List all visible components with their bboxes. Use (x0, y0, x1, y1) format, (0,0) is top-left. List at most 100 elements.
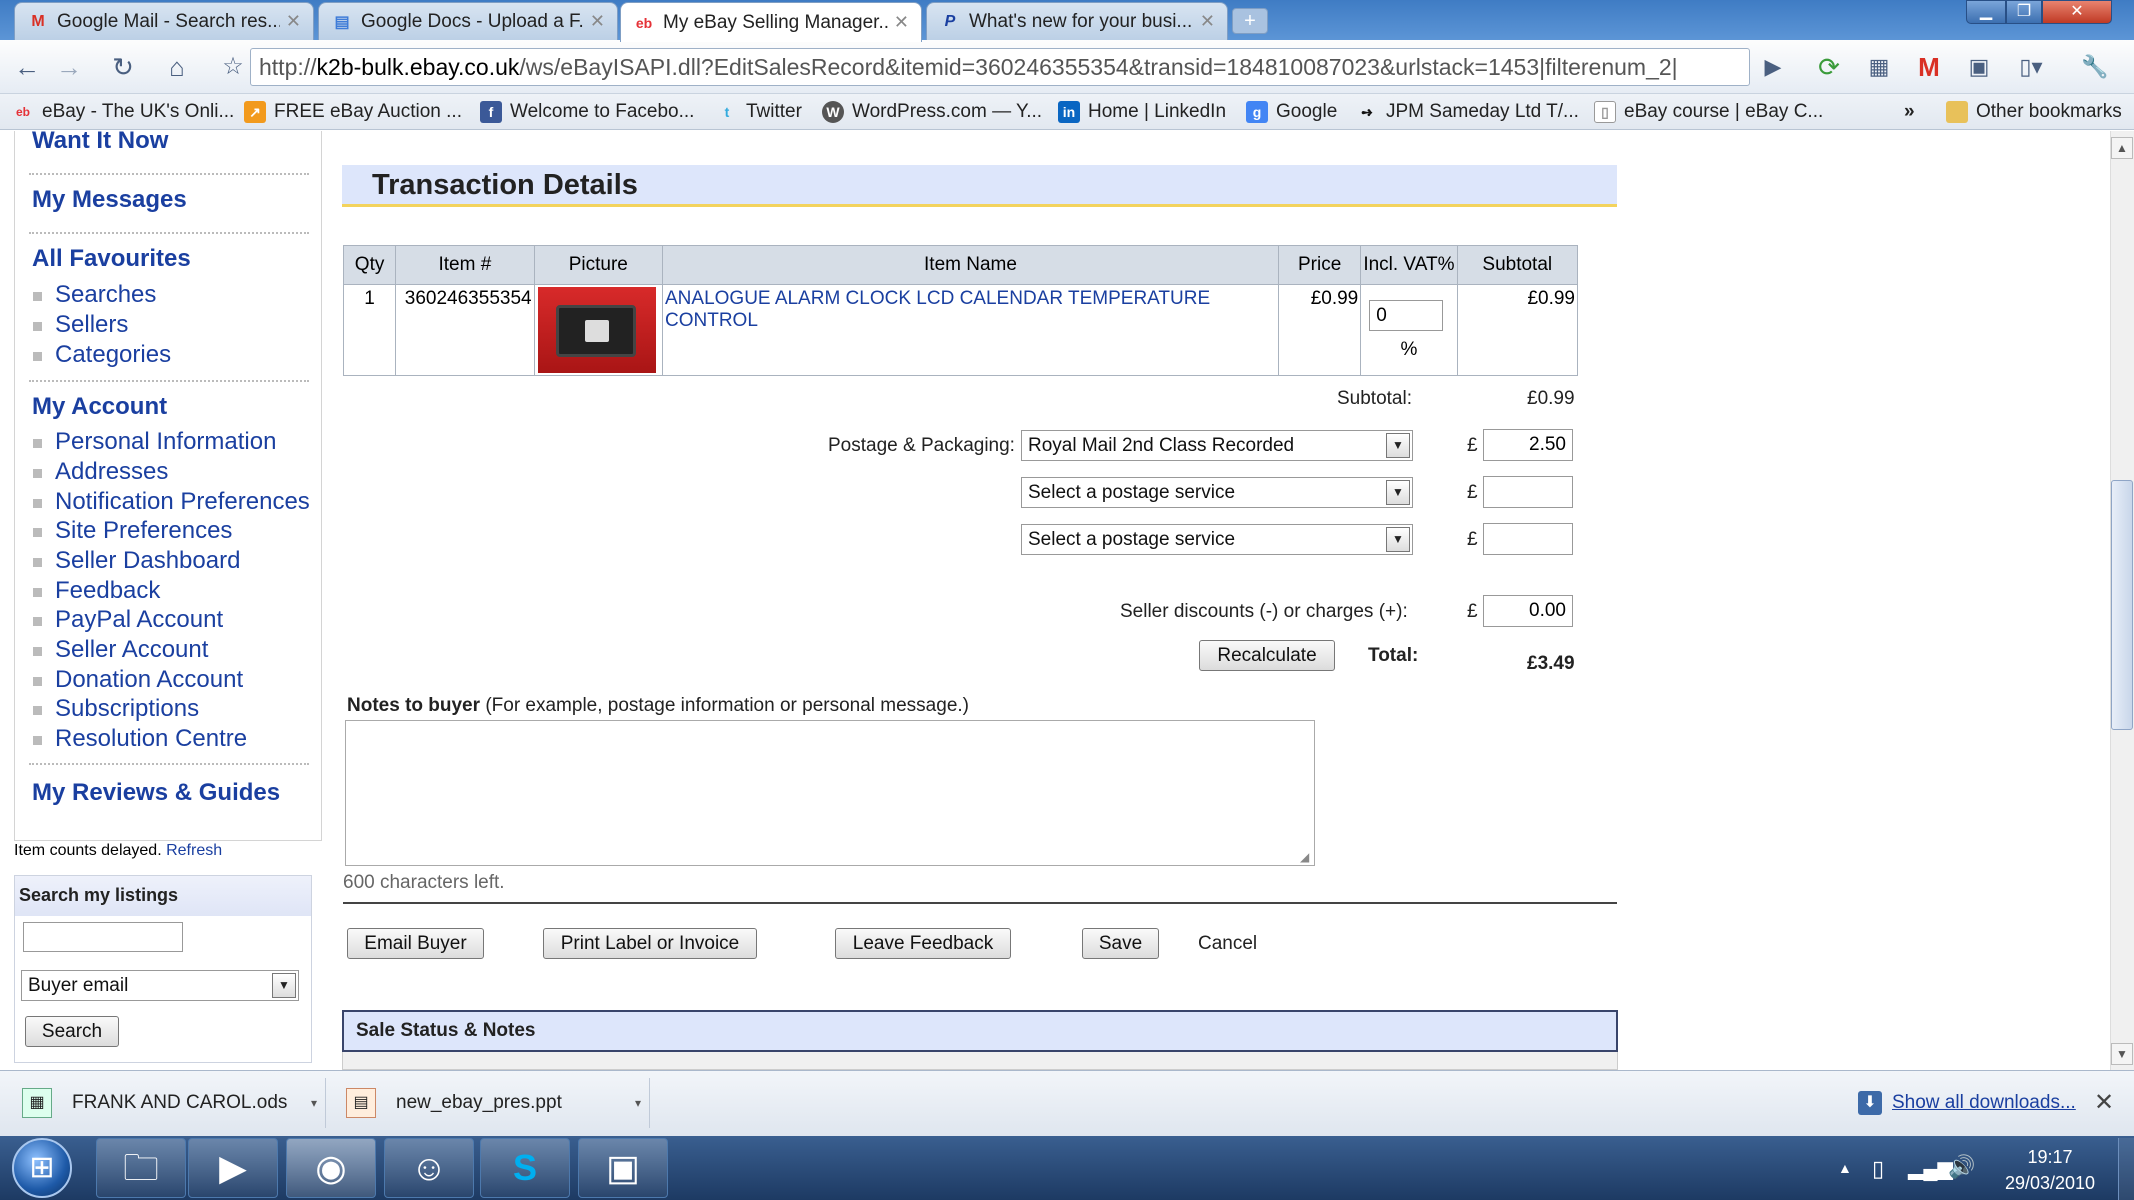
bookmark-auction[interactable]: ↗ FREE eBay Auction ... (244, 99, 462, 125)
tab-gmail[interactable]: M Google Mail - Search res... ✕ (14, 2, 314, 40)
gmail-checker-icon[interactable]: M (1912, 50, 1946, 84)
show-desktop-button[interactable] (2118, 1138, 2134, 1200)
item-thumbnail[interactable] (537, 287, 656, 373)
cancel-link[interactable]: Cancel (1198, 933, 1257, 955)
nav-item-sellers[interactable]: Sellers (55, 311, 128, 339)
address-bar[interactable]: http://k2b-bulk.ebay.co.uk/ws/eBayISAPI.… (250, 48, 1750, 86)
chevron-down-icon[interactable]: ▾ (635, 1078, 641, 1128)
notes-to-buyer-textarea[interactable] (345, 720, 1315, 866)
postage-cost-input-3[interactable] (1483, 523, 1573, 555)
messenger-taskbar-icon[interactable]: ☺ (384, 1138, 474, 1198)
facebook-icon: f (480, 101, 502, 123)
scrollbar-thumb[interactable] (2111, 480, 2133, 730)
reload-icon[interactable]: ↻ (106, 50, 140, 84)
download-item[interactable]: ▤ new_ebay_pres.ppt ▾ (334, 1078, 650, 1128)
new-tab-button[interactable]: + (1232, 8, 1268, 34)
nav-item-addresses[interactable]: Addresses (55, 458, 168, 486)
nav-item-resolution-centre[interactable]: Resolution Centre (55, 725, 247, 753)
recalculate-button[interactable]: Recalculate (1199, 640, 1335, 671)
refresh-link[interactable]: Refresh (166, 842, 222, 859)
nav-want-it-now[interactable]: Want It Now (32, 127, 168, 155)
nav-item-donation-account[interactable]: Donation Account (55, 666, 243, 694)
bookmark-linkedin[interactable]: in Home | LinkedIn (1058, 99, 1226, 125)
office-taskbar-icon[interactable]: ▣ (578, 1138, 668, 1198)
extension-icon[interactable]: ▣ (1962, 50, 1996, 84)
bookmark-jpm-sameday[interactable]: ➺ JPM Sameday Ltd T/... (1356, 99, 1579, 125)
extension-icon[interactable]: ▦ (1862, 50, 1896, 84)
volume-icon[interactable]: 🔊 (1948, 1154, 1975, 1180)
minimize-button[interactable]: ▁ (1966, 0, 2006, 24)
more-bookmarks-chevron-icon[interactable]: » (1904, 99, 1915, 125)
search-by-dropdown[interactable]: Buyer email ▼ (21, 970, 299, 1001)
tab-google-docs[interactable]: ▤ Google Docs - Upload a F... ✕ (318, 2, 618, 40)
page-menu-icon[interactable]: ▯▾ (2014, 50, 2048, 84)
forward-arrow-icon[interactable]: → (52, 50, 86, 84)
bookmark-wordpress[interactable]: W WordPress.com — Y... (822, 99, 1042, 125)
back-arrow-icon[interactable]: ← (10, 50, 44, 84)
save-button[interactable]: Save (1082, 928, 1159, 959)
network-signal-icon[interactable]: ▂▄▆ (1908, 1156, 1953, 1181)
other-bookmarks-folder[interactable]: Other bookmarks (1946, 99, 2122, 125)
home-icon[interactable]: ⌂ (160, 50, 194, 84)
show-all-downloads-link[interactable]: Show all downloads... (1892, 1092, 2076, 1114)
explorer-taskbar-icon[interactable]: 🗀 (96, 1138, 186, 1198)
postage-service-dropdown-1[interactable]: Royal Mail 2nd Class Recorded ▼ (1021, 430, 1413, 461)
bookmark-facebook[interactable]: f Welcome to Facebo... (480, 99, 694, 125)
tray-expand-icon[interactable]: ▲ (1838, 1160, 1852, 1176)
item-name-link[interactable]: ANALOGUE ALARM CLOCK LCD CALENDAR TEMPER… (665, 288, 1210, 331)
close-tab-icon[interactable]: ✕ (286, 11, 301, 32)
postage-service-dropdown-2[interactable]: Select a postage service ▼ (1021, 477, 1413, 508)
nav-item-searches[interactable]: Searches (55, 281, 156, 309)
sync-extension-icon[interactable]: ⟳ (1812, 50, 1846, 84)
nav-my-reviews-guides[interactable]: My Reviews & Guides (32, 779, 280, 807)
nav-item-notification-preferences[interactable]: Notification Preferences (55, 488, 310, 516)
bookmark-star-icon[interactable]: ☆ (216, 50, 250, 84)
scroll-up-arrow-icon[interactable]: ▲ (2111, 137, 2133, 159)
bookmark-google[interactable]: g Google (1246, 99, 1337, 125)
tab-paypal[interactable]: P What's new for your busi... ✕ (926, 2, 1228, 40)
tray-device-icon[interactable]: ▯ (1872, 1156, 1884, 1182)
search-button[interactable]: Search (25, 1016, 119, 1047)
bookmark-ebay-course[interactable]: ▯ eBay course | eBay C... (1594, 99, 1823, 125)
print-label-button[interactable]: Print Label or Invoice (543, 928, 757, 959)
postage-service-dropdown-3[interactable]: Select a postage service ▼ (1021, 524, 1413, 555)
nav-item-seller-account[interactable]: Seller Account (55, 636, 208, 664)
nav-all-favourites[interactable]: All Favourites (32, 245, 191, 273)
wrench-menu-icon[interactable]: 🔧 (2078, 50, 2112, 84)
system-clock[interactable]: 19:17 29/03/2010 (2000, 1144, 2100, 1196)
nav-item-categories[interactable]: Categories (55, 341, 171, 369)
chevron-down-icon[interactable]: ▾ (311, 1078, 317, 1128)
seller-discount-input[interactable]: 0.00 (1483, 595, 1573, 627)
resize-grip-icon[interactable]: ◢ (1300, 851, 1313, 864)
email-buyer-button[interactable]: Email Buyer (347, 928, 484, 959)
nav-my-account[interactable]: My Account (32, 393, 167, 421)
go-arrow-icon[interactable]: ▶ (1756, 50, 1790, 84)
nav-item-site-preferences[interactable]: Site Preferences (55, 517, 232, 545)
skype-taskbar-icon[interactable]: S (480, 1138, 570, 1198)
vat-input[interactable]: 0 (1369, 300, 1444, 331)
postage-cost-input-2[interactable] (1483, 476, 1573, 508)
close-downloads-icon[interactable]: ✕ (2094, 1088, 2114, 1117)
close-tab-icon[interactable]: ✕ (894, 12, 909, 33)
nav-item-feedback[interactable]: Feedback (55, 577, 160, 605)
bookmark-ebay[interactable]: eb eBay - The UK's Onli... (12, 99, 234, 125)
nav-item-personal-information[interactable]: Personal Information (55, 428, 276, 456)
close-window-button[interactable]: ✕ (2042, 0, 2112, 24)
media-player-taskbar-icon[interactable]: ▶ (188, 1138, 278, 1198)
search-listings-input[interactable] (23, 922, 183, 952)
leave-feedback-button[interactable]: Leave Feedback (835, 928, 1011, 959)
close-tab-icon[interactable]: ✕ (590, 11, 605, 32)
bookmark-twitter[interactable]: t Twitter (716, 99, 802, 125)
download-item[interactable]: ▦ FRANK AND CAROL.ods ▾ (10, 1078, 326, 1128)
tab-ebay-selling-manager[interactable]: eb My eBay Selling Manager... ✕ (620, 2, 922, 42)
nav-my-messages[interactable]: My Messages (32, 186, 187, 214)
chrome-taskbar-icon[interactable]: ◉ (286, 1138, 376, 1198)
postage-cost-input-1[interactable]: 2.50 (1483, 429, 1573, 461)
scroll-down-arrow-icon[interactable]: ▼ (2111, 1043, 2133, 1065)
start-button[interactable]: ⊞ (12, 1138, 72, 1198)
nav-item-paypal-account[interactable]: PayPal Account (55, 606, 223, 634)
maximize-button[interactable]: ❐ (2006, 0, 2042, 24)
nav-item-subscriptions[interactable]: Subscriptions (55, 695, 199, 723)
nav-item-seller-dashboard[interactable]: Seller Dashboard (55, 547, 240, 575)
close-tab-icon[interactable]: ✕ (1200, 11, 1215, 32)
